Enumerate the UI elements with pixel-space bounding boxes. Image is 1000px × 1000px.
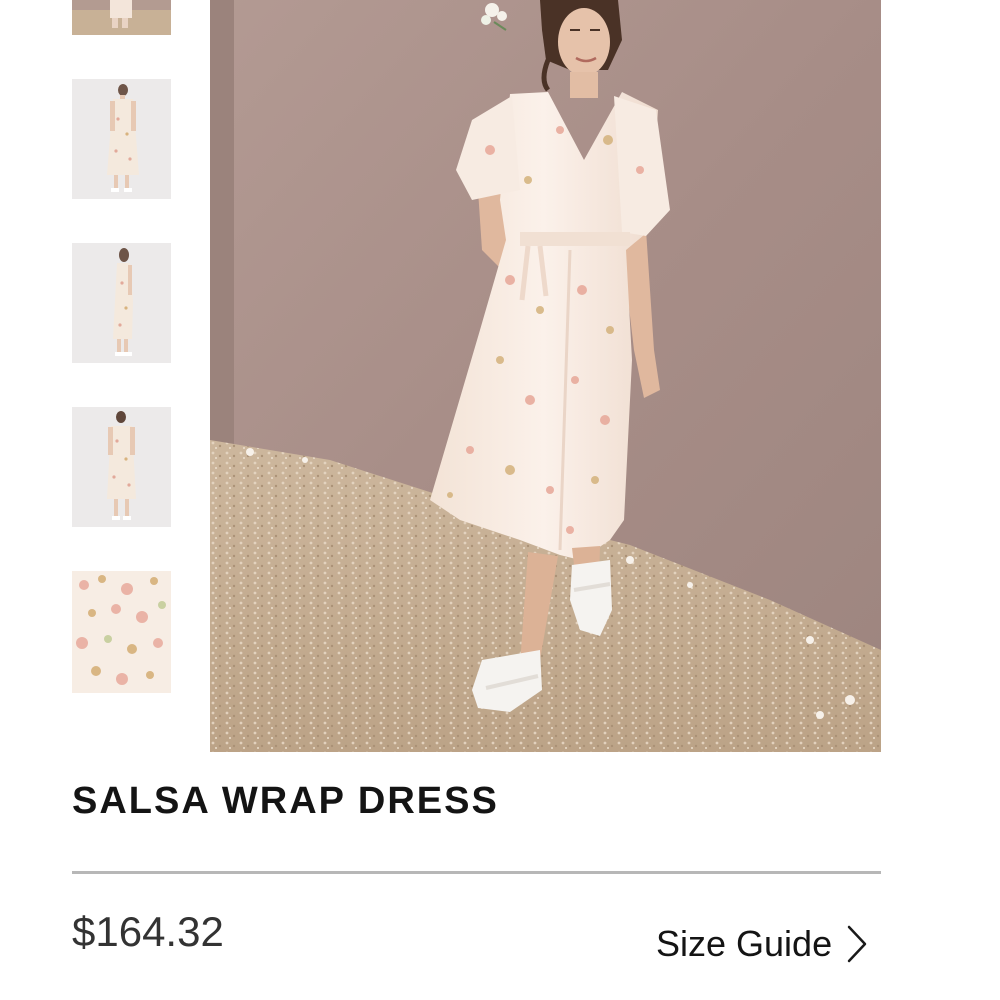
product-main-image[interactable]: [210, 0, 881, 752]
product-price: $164.32: [72, 908, 224, 955]
size-guide-label: Size Guide: [656, 923, 833, 964]
divider: [72, 871, 881, 874]
size-guide-link[interactable]: Size Guide: [656, 920, 868, 968]
thumbnail-1[interactable]: [72, 0, 171, 35]
thumbnail-4[interactable]: [72, 407, 171, 527]
chevron-right-icon: [847, 925, 867, 963]
product-page: SALSA WRAP DRESS $164.32 Size Guide: [0, 0, 1000, 1000]
thumbnail-2[interactable]: [72, 79, 171, 199]
thumbnail-3[interactable]: [72, 243, 171, 363]
thumbnail-5[interactable]: [72, 571, 171, 693]
product-title: SALSA WRAP DRESS: [72, 780, 499, 822]
